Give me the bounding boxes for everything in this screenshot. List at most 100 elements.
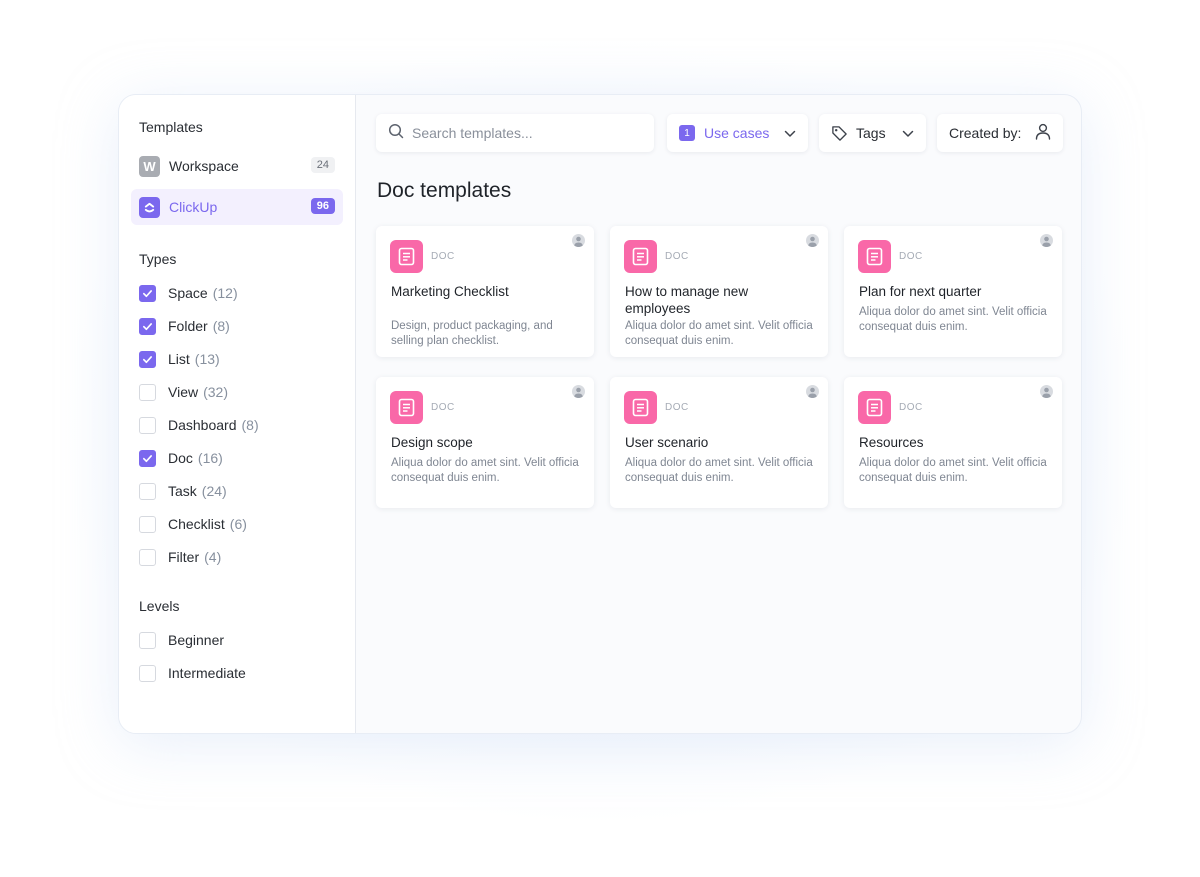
source-workspace[interactable]: W Workspace 24 [131, 148, 343, 184]
search-input[interactable] [412, 125, 642, 141]
doc-type-tag: DOC [899, 402, 923, 413]
template-description: Aliqua dolor do amet sint. Velit officia… [391, 457, 579, 484]
doc-icon [624, 240, 657, 273]
user-avatar-icon [806, 385, 819, 398]
template-title: Resources [859, 435, 924, 450]
doc-type-tag: DOC [431, 251, 455, 262]
type-filter-count: (4) [204, 549, 222, 565]
source-workspace-label: Workspace [169, 158, 239, 174]
doc-type-tag: DOC [431, 402, 455, 413]
created-by-label: Created by: [949, 125, 1022, 141]
template-card[interactable]: DOC Marketing Checklist Design, product pa… [376, 226, 594, 357]
type-filter-label: Checklist [168, 516, 225, 532]
page-title: Doc templates [377, 179, 512, 202]
type-filter-space[interactable]: Space (12) [139, 283, 238, 303]
type-filter-count: (24) [201, 483, 227, 499]
template-title: Marketing Checklist [391, 284, 509, 299]
template-description: Aliqua dolor do amet sint. Velit officia… [859, 457, 1047, 484]
type-filter-label: Space [168, 285, 208, 301]
checkbox[interactable] [139, 449, 156, 467]
checkbox[interactable] [139, 515, 156, 533]
checkbox[interactable] [139, 482, 156, 500]
use-cases-dropdown[interactable]: 1 Use cases [667, 114, 808, 152]
type-filter-count: (32) [203, 384, 228, 400]
doc-icon [390, 391, 423, 424]
type-filter-list[interactable]: List (13) [139, 349, 220, 369]
workspace-avatar-icon: W [139, 155, 160, 177]
type-filter-count: (6) [229, 516, 247, 532]
user-avatar-icon [572, 385, 585, 398]
checkbox[interactable] [139, 284, 156, 302]
template-title: How to manage new employees [625, 284, 749, 316]
level-filter-beginner[interactable]: Beginner [139, 630, 224, 650]
source-clickup-count: 96 [310, 198, 335, 214]
type-filter-checklist[interactable]: Checklist (6) [139, 514, 247, 534]
doc-icon [858, 240, 891, 273]
main-panel: 1 Use cases Tags Created by: Doc templat… [356, 95, 1081, 733]
template-description: Aliqua dolor do amet sint. Velit officia… [625, 320, 813, 347]
type-filter-doc[interactable]: Doc (16) [139, 448, 223, 468]
type-filter-task[interactable]: Task (24) [139, 481, 227, 501]
tag-icon [831, 125, 848, 142]
type-filter-label: Task [168, 483, 197, 499]
templates-window: Templates W Workspace 24 ClickUp 96 Type… [118, 94, 1082, 734]
template-description: Aliqua dolor do amet sint. Velit officia… [859, 306, 1047, 333]
template-card[interactable]: DOC Design scope Aliqua dolor do amet sint… [376, 377, 594, 508]
template-description: Design, product packaging, and selling p… [391, 320, 553, 347]
type-filter-label: Folder [168, 318, 208, 334]
checkbox[interactable] [139, 631, 156, 649]
user-icon [1035, 123, 1051, 143]
created-by-dropdown[interactable]: Created by: [937, 114, 1063, 152]
checkbox[interactable] [139, 416, 156, 434]
template-card[interactable]: DOC Plan for next quarter Aliqua dolor do … [844, 226, 1062, 357]
user-avatar-icon [572, 234, 585, 247]
clickup-logo-icon [139, 196, 160, 218]
type-filter-folder[interactable]: Folder (8) [139, 316, 230, 336]
use-cases-label: Use cases [704, 125, 770, 141]
sidebar: Templates W Workspace 24 ClickUp 96 Type… [119, 95, 356, 733]
type-filter-filter[interactable]: Filter (4) [139, 547, 221, 567]
types-heading: Types [139, 251, 177, 267]
template-card[interactable]: DOC How to manage new employees Aliqua dol… [610, 226, 828, 357]
checkbox[interactable] [139, 383, 156, 401]
type-filter-count: (8) [212, 318, 230, 334]
type-filter-dashboard[interactable]: Dashboard (8) [139, 415, 259, 435]
checkmark-icon [142, 354, 153, 365]
checkbox[interactable] [139, 548, 156, 566]
type-filter-label: View [168, 384, 199, 400]
template-title: Design scope [391, 435, 473, 450]
search-box[interactable] [376, 114, 654, 152]
type-filter-view[interactable]: View (32) [139, 382, 228, 402]
type-filter-count: (13) [194, 351, 220, 367]
user-avatar-icon [1040, 385, 1053, 398]
user-avatar-icon [1040, 234, 1053, 247]
type-filter-label: Filter [168, 549, 200, 565]
checkbox[interactable] [139, 664, 156, 682]
type-filter-count: (12) [212, 285, 238, 301]
type-filter-label: List [168, 351, 190, 367]
search-icon [388, 123, 404, 144]
source-clickup-label: ClickUp [169, 199, 218, 215]
doc-type-tag: DOC [665, 251, 689, 262]
tags-dropdown[interactable]: Tags [819, 114, 926, 152]
chevron-down-icon [902, 125, 914, 141]
doc-icon [390, 240, 423, 273]
template-card[interactable]: DOC Resources Aliqua dolor do amet sint. V… [844, 377, 1062, 508]
type-filter-label: Doc [168, 450, 193, 466]
template-description: Aliqua dolor do amet sint. Velit officia… [625, 457, 813, 484]
level-filter-intermediate[interactable]: Intermediate [139, 663, 246, 683]
use-cases-count-badge: 1 [679, 125, 695, 141]
doc-type-tag: DOC [665, 402, 689, 413]
type-filter-label: Dashboard [168, 417, 237, 433]
source-clickup[interactable]: ClickUp 96 [131, 189, 343, 225]
doc-icon [858, 391, 891, 424]
template-card[interactable]: DOC User scenario Aliqua dolor do amet sin… [610, 377, 828, 508]
tags-label: Tags [856, 125, 886, 141]
checkbox[interactable] [139, 350, 156, 368]
source-workspace-count: 24 [310, 157, 335, 173]
type-filter-count: (8) [241, 417, 259, 433]
level-filter-label: Intermediate [168, 665, 246, 681]
user-avatar-icon [806, 234, 819, 247]
template-title: User scenario [625, 435, 709, 450]
checkbox[interactable] [139, 317, 156, 335]
